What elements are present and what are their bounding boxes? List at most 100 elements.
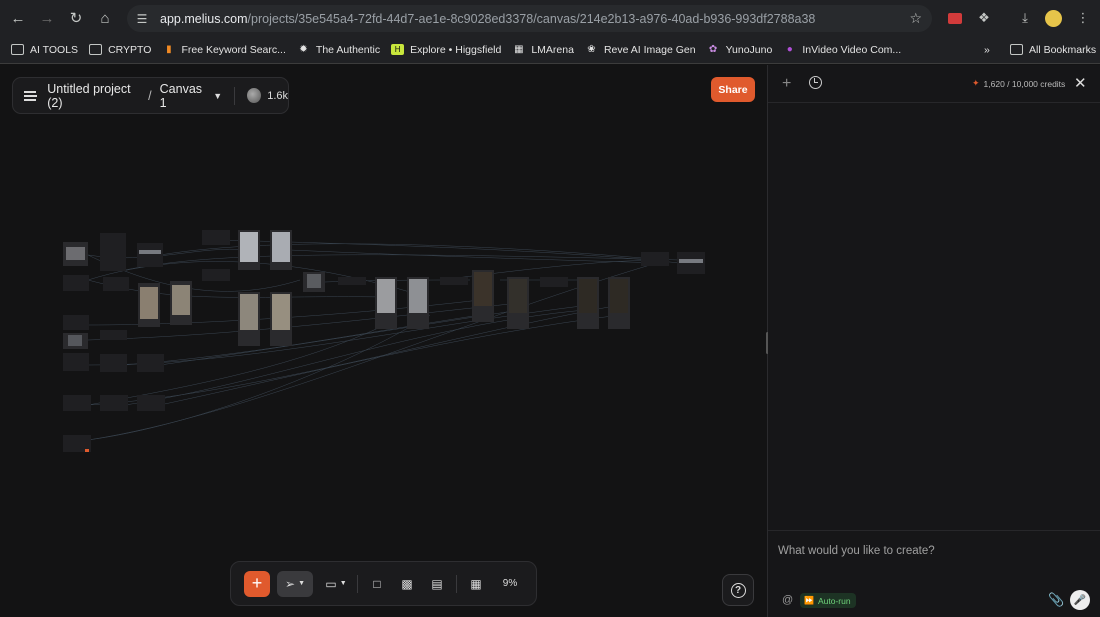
node-image-thumb (579, 279, 597, 313)
bookmark-label: All Bookmarks (1029, 43, 1097, 56)
zoom-level[interactable]: 9% (495, 571, 525, 597)
assistant-header: + ✦ 1,620 / 10,000 credits ✕ (768, 65, 1100, 103)
bookmark-star-icon[interactable]: ☆ (909, 10, 922, 27)
chevron-down-icon[interactable]: ▼ (213, 91, 222, 101)
add-node-button[interactable]: + (244, 570, 270, 597)
project-title[interactable]: Untitled project (2) (47, 82, 143, 110)
node-text[interactable] (202, 230, 230, 245)
node-image-thumb (377, 279, 395, 313)
assistant-panel: + ✦1,620 / 10,000 credits ✕ @ ⏩Auto-run … (768, 65, 1100, 617)
node-text[interactable] (338, 277, 366, 285)
download-icon[interactable]: ⤓ (1016, 9, 1034, 27)
node-image-thumb (240, 232, 258, 262)
bookmark-lmarena[interactable]: ▦ LMArena (512, 44, 574, 56)
close-icon[interactable]: ✕ (1074, 74, 1087, 92)
bookmark-ai-tools[interactable]: AI TOOLS (11, 44, 78, 56)
canvas-name[interactable]: Canvas 1 (160, 82, 210, 110)
bookmark-higgsfield[interactable]: H Explore • Higgsfield (391, 44, 501, 56)
node-graph[interactable] (0, 65, 767, 617)
home-icon[interactable]: ⌂ (94, 7, 116, 29)
bookmark-label: CRYPTO (108, 43, 152, 56)
prompt-input[interactable] (778, 541, 1078, 561)
attach-icon[interactable]: 📎 (1048, 592, 1064, 608)
help-button[interactable]: ? (722, 574, 754, 606)
node-text[interactable] (540, 277, 568, 287)
bookmarks-overflow-icon[interactable]: » (984, 44, 990, 56)
bookmark-label: InVideo Video Com... (802, 43, 902, 56)
composer: @ ⏩Auto-run 📎 🎤 (768, 530, 1100, 617)
node-text[interactable] (63, 275, 89, 291)
fast-forward-icon: ⏩ (804, 596, 814, 605)
auto-run-label: Auto-run (817, 595, 851, 606)
node-text[interactable] (440, 277, 468, 285)
bookmark-label: Reve AI Image Gen (603, 43, 696, 56)
node-text[interactable] (63, 315, 89, 330)
node-text[interactable] (100, 330, 127, 340)
node-text[interactable] (100, 233, 126, 271)
divider (456, 574, 457, 593)
node-text[interactable] (202, 269, 230, 281)
select-tool-button[interactable]: ➢ ▼ (277, 570, 313, 597)
forward-arrow-icon[interactable]: → (36, 7, 58, 29)
back-arrow-icon[interactable]: ← (7, 7, 29, 29)
extension-red-icon[interactable] (946, 9, 964, 27)
node-text[interactable] (100, 354, 127, 372)
extensions-puzzle-icon[interactable]: ❖ (975, 9, 993, 27)
history-icon[interactable] (809, 76, 822, 89)
address-bar[interactable]: ☰ app.melius.com/projects/35e545a4-72fd-… (127, 5, 932, 32)
node-text[interactable] (641, 252, 669, 266)
bars-icon: ▮ (166, 44, 172, 55)
mention-button[interactable]: @ (782, 594, 793, 606)
connection-lines (87, 239, 681, 441)
node-text[interactable] (103, 277, 129, 291)
bookmark-all-bookmarks[interactable]: All Bookmarks (1010, 44, 1096, 56)
bookmark-reve[interactable]: ❀ Reve AI Image Gen (585, 43, 696, 56)
reve-icon: ❀ (587, 44, 596, 55)
grid-icon: ▦ (514, 44, 524, 55)
layout-button[interactable]: ▤ (424, 571, 450, 597)
node-image-thumb (68, 335, 82, 346)
image-search-button[interactable]: ▩ (394, 571, 420, 597)
site-settings-icon[interactable]: ☰ (134, 11, 150, 27)
url-text[interactable]: app.melius.com/projects/35e545a4-72fd-44… (160, 12, 815, 26)
credits-spark-icon: ✦ (972, 78, 980, 88)
sticky-note-icon: ▭ (325, 576, 337, 591)
bookmark-invideo[interactable]: ● InVideo Video Com... (783, 44, 901, 56)
divider (234, 86, 236, 105)
node-audio[interactable] (137, 243, 163, 267)
reload-icon[interactable]: ↻ (65, 7, 87, 29)
browser-menu-icon[interactable]: ⋮ (1074, 9, 1092, 27)
sticky-note-button[interactable]: ▭ ▼ (321, 571, 351, 597)
node-text[interactable] (63, 395, 91, 411)
menu-icon[interactable] (24, 90, 38, 101)
node-text[interactable] (63, 353, 89, 371)
bookmark-crypto[interactable]: CRYPTO (89, 44, 151, 56)
credits-indicator: ✦ 1,620 / 10,000 credits (972, 78, 1065, 89)
node-image-thumb (66, 247, 85, 260)
document-button[interactable]: □ (364, 571, 390, 597)
node-text[interactable] (100, 395, 128, 411)
project-header: Untitled project (2) / Canvas 1 ▼ 1.6k (12, 77, 289, 114)
node-image-thumb (272, 294, 290, 330)
map-button[interactable]: ▦ (463, 571, 489, 597)
bookmark-yunojuno[interactable]: ✿ YunoJuno (707, 44, 772, 56)
bookmark-the-authentic[interactable]: ✹ The Authentic (297, 44, 380, 56)
credits-text: 1,620 / 10,000 credits (983, 78, 1066, 89)
profile-avatar[interactable] (1044, 9, 1062, 27)
bookmark-label: AI TOOLS (30, 43, 79, 56)
share-button[interactable]: Share (711, 77, 755, 102)
node-audio-wave (139, 250, 161, 254)
microphone-icon[interactable]: 🎤 (1070, 590, 1090, 610)
bookmark-keyword-search[interactable]: ▮ Free Keyword Searc... (162, 43, 286, 56)
new-chat-icon[interactable]: + (782, 75, 791, 93)
bookmark-label: Free Keyword Searc... (181, 43, 286, 56)
node-image-thumb (140, 287, 158, 319)
auto-run-toggle[interactable]: ⏩ Auto-run (800, 593, 856, 608)
node-text[interactable] (137, 395, 165, 411)
bookmarks-bar: AI TOOLS CRYPTO ▮ Free Keyword Searc... ✹… (0, 36, 1100, 64)
chevron-down-icon: ▼ (339, 580, 347, 587)
image-search-icon: ▩ (401, 576, 413, 591)
node-text[interactable] (137, 354, 164, 372)
folder-icon (1010, 44, 1023, 55)
canvas-area[interactable]: Untitled project (2) / Canvas 1 ▼ 1.6k S… (0, 65, 767, 617)
